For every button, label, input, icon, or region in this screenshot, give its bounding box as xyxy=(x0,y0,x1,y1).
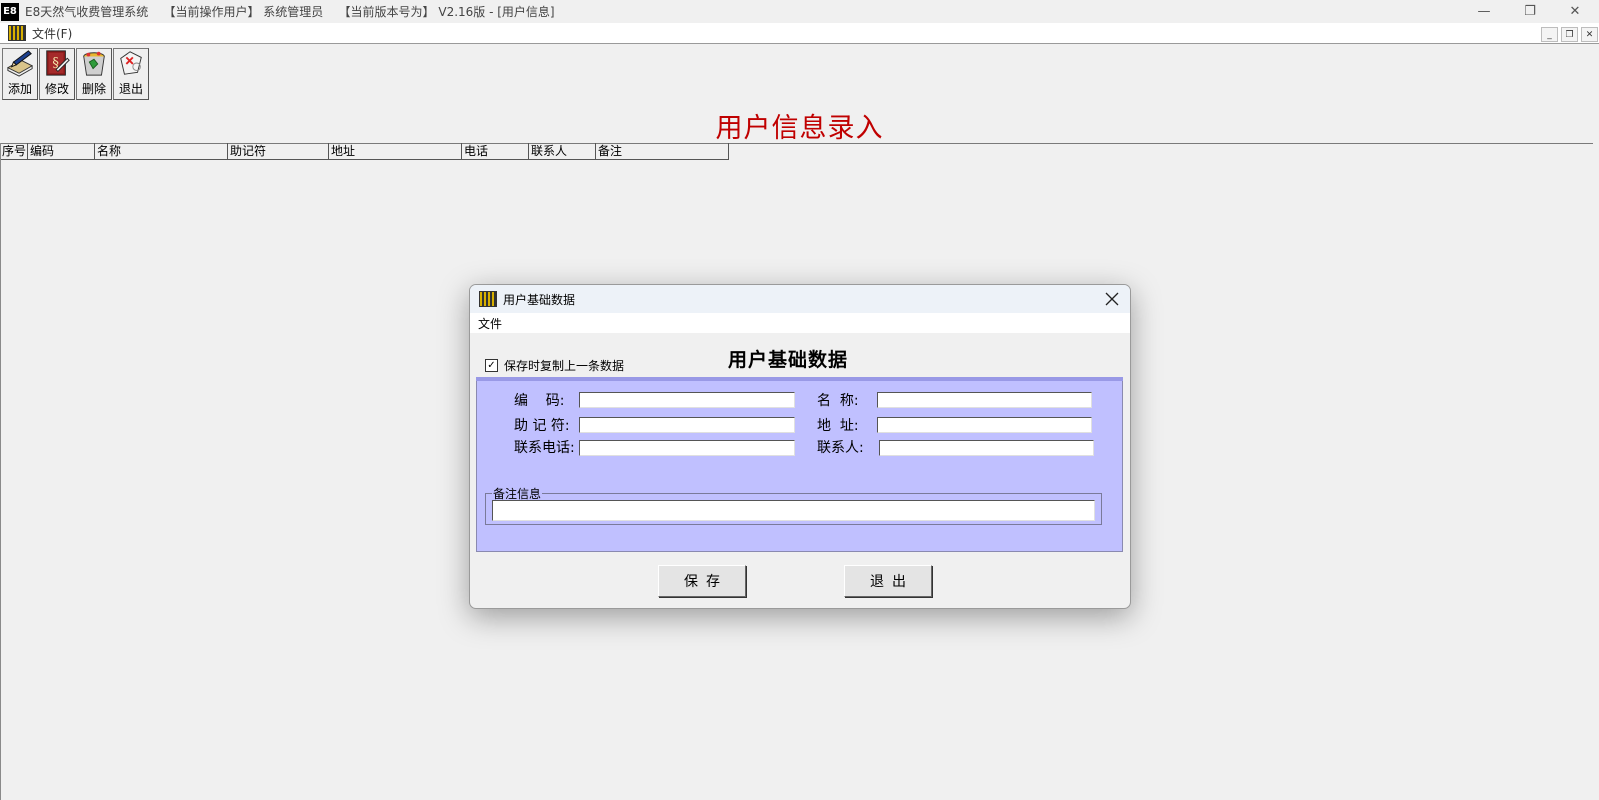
mdi-close-button[interactable]: ✕ xyxy=(1581,27,1598,42)
edit-book-icon: § xyxy=(46,50,70,76)
form-panel-top-strip xyxy=(476,377,1123,381)
window-title: E8天然气收费管理系统 【当前操作用户】 系统管理员 【当前版本号为】 V2.1… xyxy=(25,5,555,19)
delete-button[interactable]: 删除 xyxy=(76,48,112,100)
contact-input[interactable] xyxy=(879,440,1094,456)
phone-label: 联系电话: xyxy=(514,440,575,456)
grid-header: 序号 编码 名称 助记符 地址 电话 联系人 备注 xyxy=(0,143,729,160)
dialog-app-icon xyxy=(479,291,497,307)
name-input[interactable] xyxy=(877,392,1092,408)
copy-last-checkbox-row[interactable]: ✓ 保存时复制上一条数据 xyxy=(485,357,624,374)
add-book-icon xyxy=(6,50,34,77)
address-input[interactable] xyxy=(877,417,1092,433)
add-button-label: 添加 xyxy=(7,82,32,96)
exit-button-label: 退出 xyxy=(118,82,143,96)
window-maximize-button[interactable]: ❐ xyxy=(1508,0,1552,23)
dialog-heading: 用户基础数据 xyxy=(728,349,849,371)
delete-button-label: 删除 xyxy=(81,82,106,96)
mdi-minimize-button[interactable]: _ xyxy=(1541,27,1558,42)
grid-column-header[interactable]: 序号 xyxy=(0,143,28,159)
mdi-restore-button[interactable]: ❐ xyxy=(1561,27,1578,42)
grid-column-header[interactable]: 备注 xyxy=(596,143,729,159)
grid-column-header[interactable]: 联系人 xyxy=(529,143,596,159)
edit-button[interactable]: § 修改 xyxy=(39,48,75,100)
exit-button[interactable]: 退出 xyxy=(113,48,149,100)
close-icon xyxy=(1105,292,1119,306)
save-button[interactable]: 保存 xyxy=(658,565,746,597)
copy-last-checkbox[interactable]: ✓ xyxy=(485,359,498,372)
grid-column-header[interactable]: 编码 xyxy=(28,143,95,159)
window-close-button[interactable]: ✕ xyxy=(1553,0,1597,23)
edit-button-label: 修改 xyxy=(44,82,69,96)
code-input[interactable] xyxy=(579,392,795,408)
dialog-menubar: 文件 xyxy=(470,313,1130,333)
app-logo-icon: E8 xyxy=(1,2,19,21)
exit-dialog-button[interactable]: 退出 xyxy=(844,565,932,597)
address-label: 地 址: xyxy=(817,418,859,434)
dialog-menu-file[interactable]: 文件 xyxy=(478,315,502,332)
grid-column-header[interactable]: 名称 xyxy=(95,143,228,159)
copy-last-label: 保存时复制上一条数据 xyxy=(504,359,625,373)
remark-input[interactable] xyxy=(492,500,1095,521)
grid-column-header[interactable]: 电话 xyxy=(462,143,529,159)
add-button[interactable]: 添加 xyxy=(2,48,38,100)
menu-file[interactable]: 文件(F) xyxy=(32,25,72,42)
grid-column-header[interactable]: 地址 xyxy=(329,143,462,159)
name-label: 名 称: xyxy=(817,393,859,409)
toolbar: 添加 § 修改 删除 退出 xyxy=(2,48,150,100)
window-titlebar: E8 E8天然气收费管理系统 【当前操作用户】 系统管理员 【当前版本号为】 V… xyxy=(0,0,1599,23)
page-title: 用户信息录入 xyxy=(715,113,884,144)
exit-icon xyxy=(120,51,142,75)
dialog-close-button[interactable] xyxy=(1102,289,1122,309)
dialog-title: 用户基础数据 xyxy=(503,292,576,307)
phone-input[interactable] xyxy=(579,440,795,456)
user-base-data-dialog: 用户基础数据 文件 ✓ 保存时复制上一条数据 用户基础数据 编 码: 名 称: … xyxy=(469,284,1131,609)
contact-label: 联系人: xyxy=(817,440,864,456)
mnemonic-label: 助 记 符: xyxy=(514,418,570,434)
code-label: 编 码: xyxy=(514,393,565,409)
menubar: 文件(F) xyxy=(0,23,1599,44)
grid-left-border xyxy=(0,143,1,800)
window-minimize-button[interactable]: — xyxy=(1462,0,1506,23)
dialog-titlebar: 用户基础数据 xyxy=(470,285,1130,313)
recycle-bin-icon xyxy=(83,51,105,76)
app-menu-icon[interactable] xyxy=(8,25,26,41)
mnemonic-input[interactable] xyxy=(579,417,795,433)
grid-column-header[interactable]: 助记符 xyxy=(228,143,329,159)
